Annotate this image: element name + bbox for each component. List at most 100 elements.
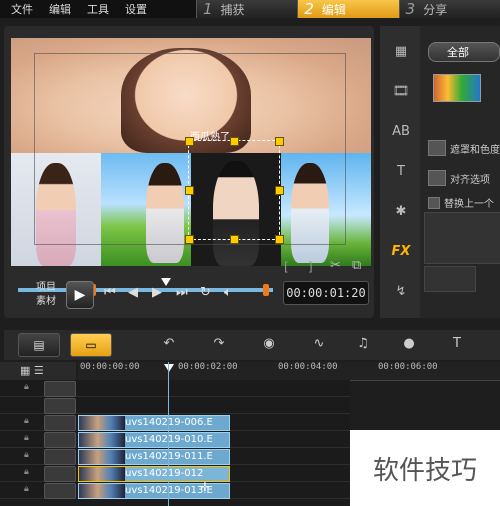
filter-options-panel xyxy=(424,212,500,264)
step-label: 捕获 xyxy=(220,2,245,17)
lock-icon[interactable]: 🔒︎ xyxy=(24,484,29,494)
step-label: 编辑 xyxy=(321,2,346,17)
ruler-tick: 00:00:06:00 xyxy=(378,362,438,372)
align-option[interactable]: 对齐选项 xyxy=(428,170,490,186)
overlay-track-header[interactable] xyxy=(44,432,76,448)
timeline-clip[interactable]: uvs140219-011.E xyxy=(78,449,230,465)
step-tabs: 1 捕获 2 编辑 3 分享 xyxy=(196,0,500,18)
scrub-fill xyxy=(18,288,273,292)
mouse-cursor: ✛ xyxy=(200,480,211,494)
preview-panel: 西瓜熟了 [ ] ✂ ⧉ 项目 素材 ▶ ⏮ ◀︎ ▶︎ ⏭ ↻ 🔈︎ 00:0… xyxy=(4,26,374,318)
previous-frame-icon[interactable]: ◀︎ xyxy=(128,285,138,300)
transition-icon[interactable]: AB xyxy=(390,124,412,142)
step-number: 2 xyxy=(304,0,314,18)
track-row: 🔒︎ uvs140219-012 xyxy=(0,465,350,482)
clip-thumbnail xyxy=(79,416,125,430)
tab-share[interactable]: 3 分享 xyxy=(398,0,500,18)
timeline-clip[interactable]: uvs140219-006.E xyxy=(78,415,230,431)
scissors-icon[interactable]: ✂ xyxy=(330,258,341,273)
clip-mode-label[interactable]: 素材 xyxy=(36,292,56,307)
motion-track-icon[interactable]: ● xyxy=(398,336,420,354)
undo-icon[interactable]: ↶ xyxy=(158,336,180,354)
video-track-header[interactable] xyxy=(44,381,76,397)
safe-area-frame xyxy=(34,53,346,245)
ruler-tick: 00:00:00:00 xyxy=(80,362,140,372)
lock-icon[interactable]: 🔒︎ xyxy=(24,433,29,443)
track-row: 🔒︎ uvs140219-013.E xyxy=(0,482,350,499)
subtitle-editor-icon[interactable]: T xyxy=(446,336,468,354)
track-manager[interactable]: ▦ ☰ xyxy=(0,362,76,380)
timeline-clip[interactable]: uvs140219-010.E xyxy=(78,432,230,448)
repeat-icon[interactable]: ↻ xyxy=(200,285,211,300)
lock-icon[interactable]: 🔒︎ xyxy=(24,450,29,460)
trim-end-marker[interactable] xyxy=(263,284,269,296)
timecode-display[interactable]: 00:00:01:20 xyxy=(283,281,369,305)
next-frame-icon[interactable]: ▶︎ xyxy=(152,285,162,300)
clip-thumbnail xyxy=(79,450,125,464)
clip-thumbnail xyxy=(79,433,125,447)
path-icon[interactable]: ↯ xyxy=(390,284,412,302)
scrub-bar[interactable] xyxy=(18,288,273,292)
mark-out-icon[interactable]: ] xyxy=(308,260,313,274)
record-capture-icon[interactable]: ◉ xyxy=(258,336,280,354)
timeline-view-button[interactable]: ▭ xyxy=(70,333,112,357)
menu-file[interactable]: 文件 xyxy=(11,1,33,17)
timeline-icon: ▭ xyxy=(85,338,97,352)
overlay-track-header[interactable] xyxy=(44,449,76,465)
track-manager-icon[interactable]: ▦ ☰ xyxy=(20,364,44,377)
media-icon[interactable]: ▦ xyxy=(390,44,412,62)
menu-settings[interactable]: 设置 xyxy=(125,1,147,17)
option-label: 替换上一个 xyxy=(444,199,494,210)
title-icon[interactable]: T xyxy=(390,164,412,182)
go-to-end-icon[interactable]: ⏭ xyxy=(176,285,188,300)
instant-project-icon[interactable]: 🎞︎ xyxy=(390,84,412,102)
redo-icon[interactable]: ↷ xyxy=(208,336,230,354)
track-row: 🔒︎ uvs140219-010.E xyxy=(0,431,350,448)
track-row: 🔒︎ uvs140219-011.E xyxy=(0,448,350,465)
menu-edit[interactable]: 编辑 xyxy=(49,1,71,17)
storyboard-view-button[interactable]: ▤ xyxy=(18,333,60,357)
option-label: 对齐选项 xyxy=(450,174,490,186)
step-label: 分享 xyxy=(423,2,448,17)
mask-icon xyxy=(428,140,446,156)
graphics-icon[interactable]: ✱ xyxy=(390,204,412,222)
checkbox[interactable] xyxy=(428,196,440,209)
filter-icon[interactable]: FX xyxy=(390,244,412,262)
playhead-marker[interactable] xyxy=(164,364,174,372)
track-row: 🔒︎ xyxy=(0,380,350,397)
film-icon: ▤ xyxy=(33,338,45,352)
menu-tools[interactable]: 工具 xyxy=(87,1,109,17)
track-header[interactable] xyxy=(44,398,76,414)
align-icon xyxy=(428,170,446,186)
play-button[interactable]: ▶ xyxy=(66,281,94,309)
overlay-track-header[interactable] xyxy=(44,415,76,431)
lock-icon[interactable]: 🔒︎ xyxy=(24,467,29,477)
auto-music-icon[interactable]: ♫ xyxy=(352,336,374,354)
mark-in-icon[interactable]: [ xyxy=(284,260,289,274)
lock-icon[interactable]: 🔒︎ xyxy=(24,416,29,426)
timeline-ruler[interactable]: 00:00:00:00 00:00:02:00 00:00:04:00 00:0… xyxy=(78,362,500,381)
go-to-start-icon[interactable]: ⏮ xyxy=(104,285,116,300)
option-label: 遮罩和色度 xyxy=(450,144,500,156)
tab-edit[interactable]: 2 编辑 xyxy=(297,0,399,18)
scrub-handle[interactable] xyxy=(161,278,171,286)
clip-name: uvs140219-012 xyxy=(125,468,204,479)
sound-mixer-icon[interactable]: ∿ xyxy=(308,336,330,354)
track-row: 🔒︎ uvs140219-006.E xyxy=(0,414,350,431)
library-thumbnail[interactable] xyxy=(433,74,481,102)
timeline-tracks: 🔒︎ 🔒︎ uvs140219-006.E 🔒︎ uvs140219-010.E… xyxy=(0,380,350,506)
filter-preset-dropdown[interactable] xyxy=(424,266,476,292)
play-icon: ▶ xyxy=(74,287,86,303)
mask-chroma-option[interactable]: 遮罩和色度 xyxy=(428,140,500,156)
overlay-track-header[interactable] xyxy=(44,483,76,499)
replace-last-option[interactable]: 替换上一个 xyxy=(428,195,494,210)
volume-icon[interactable]: 🔈︎ xyxy=(224,285,232,300)
snapshot-icon[interactable]: ⧉ xyxy=(352,258,361,273)
project-mode-label[interactable]: 项目 xyxy=(36,278,56,293)
ruler-tick: 00:00:04:00 xyxy=(278,362,338,372)
library-filter-dropdown[interactable]: 全部 xyxy=(428,42,500,62)
playhead-line[interactable] xyxy=(168,362,169,506)
lock-icon[interactable]: 🔒︎ xyxy=(24,382,29,392)
tab-capture[interactable]: 1 捕获 xyxy=(196,0,298,18)
overlay-track-header[interactable] xyxy=(44,466,76,482)
